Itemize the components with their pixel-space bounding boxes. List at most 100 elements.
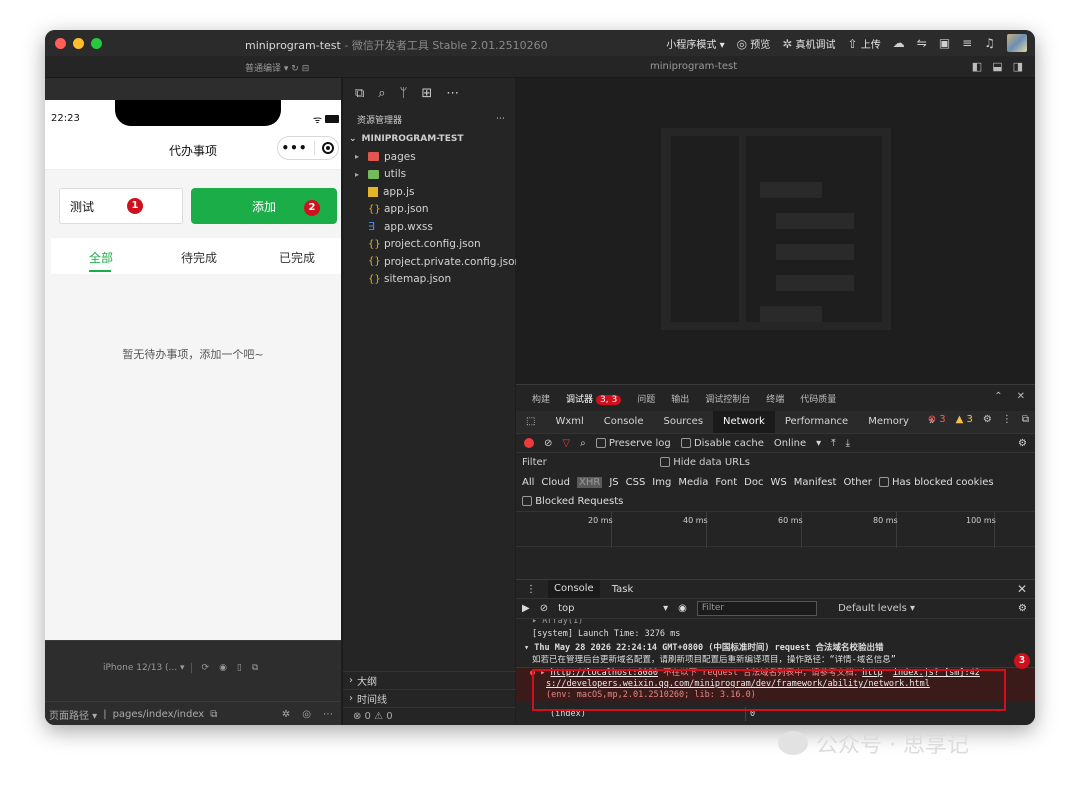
extensions-icon[interactable]: ⊞ — [421, 86, 432, 101]
page-path-label[interactable]: 页面路径 ▾ — [49, 707, 97, 722]
file-item-utils[interactable]: ▸ utils — [343, 166, 515, 184]
switch-icon[interactable]: ⇋ — [917, 36, 927, 50]
close-window-button[interactable] — [55, 37, 66, 49]
toggle-sidebar-icon[interactable]: ◧ — [972, 60, 982, 73]
type-img[interactable]: Img — [652, 477, 671, 488]
type-manifest[interactable]: Manifest — [794, 477, 837, 488]
type-ws[interactable]: WS — [771, 477, 787, 488]
tab-console[interactable]: Console — [594, 411, 654, 433]
type-font[interactable]: Font — [715, 477, 737, 488]
tab-wxml[interactable]: Wxml — [545, 411, 593, 433]
type-doc[interactable]: Doc — [744, 477, 763, 488]
filter-icon[interactable]: ▽ — [562, 438, 570, 449]
tab-memory[interactable]: Memory — [858, 411, 919, 433]
disable-cache-checkbox[interactable]: Disable cache — [680, 437, 764, 449]
tab-problems[interactable]: 问题 — [637, 392, 655, 405]
inspect-icon[interactable]: ⬚ — [516, 411, 545, 433]
file-item-project-config[interactable]: {} project.config.json — [343, 236, 515, 254]
preserve-log-checkbox[interactable]: Preserve log — [595, 437, 671, 449]
tab-terminal[interactable]: 终端 — [766, 392, 784, 405]
eye-icon[interactable]: ◉ — [678, 603, 687, 614]
throttle-select[interactable]: Online — [774, 438, 806, 449]
menu-icon[interactable]: ≡ — [962, 36, 972, 50]
type-xhr[interactable]: XHR — [576, 476, 603, 488]
popout-icon[interactable]: ⧉ — [252, 663, 258, 673]
type-js[interactable]: JS — [609, 477, 618, 488]
export-icon[interactable]: ⤓ — [846, 438, 850, 449]
timeline-section[interactable]: › 时间线 — [343, 689, 516, 707]
toggle-right-icon[interactable]: ◨ — [1013, 60, 1023, 73]
log-group-header[interactable]: ▾ Thu May 28 2026 22:24:14 GMT+0800 (中国标… — [516, 641, 1035, 655]
drawer-menu-icon[interactable]: ⋮ — [526, 584, 536, 595]
tab-task[interactable]: Task — [612, 584, 634, 595]
import-icon[interactable]: ⤒ — [831, 438, 835, 449]
file-item-app-js[interactable]: app.js — [343, 183, 515, 201]
network-settings-icon[interactable]: ⚙ — [1018, 438, 1027, 449]
gear-icon[interactable]: ⚙ — [983, 414, 992, 425]
tab-pending[interactable]: 待完成 — [181, 249, 217, 266]
problems-status[interactable]: ⊗ 0 ⚠ 0 — [343, 707, 516, 725]
close-icon[interactable]: ✕ — [1017, 582, 1027, 596]
tab-debugger[interactable]: 调试器 3, 3 — [566, 392, 622, 405]
remote-debug-button[interactable]: ✲ 真机调试 — [782, 36, 835, 51]
branch-icon[interactable]: ᛘ — [400, 86, 408, 101]
search-icon[interactable]: ⌕ — [378, 86, 385, 101]
clear-console-icon[interactable]: ⊘ — [540, 603, 548, 614]
more-icon[interactable]: ⋯ — [323, 709, 333, 720]
tab-all[interactable]: 全部 — [89, 249, 113, 266]
clear-cache-icon[interactable]: ⊟ — [302, 64, 310, 74]
explorer-more-icon[interactable]: ⋯ — [496, 114, 505, 124]
type-other[interactable]: Other — [843, 477, 871, 488]
kebab-icon[interactable]: ⋮ — [1002, 414, 1012, 425]
project-root[interactable]: ⌄ MINIPROGRAM-TEST — [343, 130, 515, 148]
outline-section[interactable]: › 大纲 — [343, 671, 516, 689]
clear-icon[interactable]: ⊘ — [544, 438, 552, 449]
avatar[interactable] — [1007, 34, 1027, 52]
file-item-app-wxss[interactable]: ∃ app.wxss — [343, 218, 515, 236]
type-all[interactable]: All — [522, 477, 534, 488]
tab-sources[interactable]: Sources — [653, 411, 713, 433]
tab-build[interactable]: 构建 — [532, 392, 550, 405]
rotate-icon[interactable]: ⟳ — [202, 663, 210, 673]
blocked-requests-checkbox[interactable]: Blocked Requests — [522, 496, 623, 507]
file-item-pages[interactable]: ▸ pages — [343, 148, 515, 166]
minimize-window-button[interactable] — [73, 37, 84, 49]
more-icon[interactable]: ⋯ — [446, 86, 459, 101]
type-cloud[interactable]: Cloud — [541, 477, 570, 488]
toggle-panel-icon[interactable]: ⬓ — [992, 60, 1002, 73]
tab-console-drawer[interactable]: Console — [548, 580, 600, 598]
close-icon[interactable]: ✕ — [1017, 391, 1025, 402]
compile-mode-select[interactable]: 普通编译 ▾ ↻ ⊟ — [245, 61, 309, 74]
chevron-down-icon[interactable]: ▾ — [816, 438, 821, 449]
tab-done[interactable]: 已完成 — [279, 249, 315, 266]
file-item-app-json[interactable]: {} app.json — [343, 201, 515, 219]
files-icon[interactable]: ⧉ — [355, 86, 364, 101]
todo-input[interactable] — [59, 188, 183, 224]
bug-icon[interactable]: ✲ — [282, 709, 290, 720]
tab-code-quality[interactable]: 代码质量 — [800, 392, 836, 405]
cloud-icon[interactable]: ☁ — [893, 36, 905, 50]
hide-data-urls-checkbox[interactable]: Hide data URLs — [660, 457, 750, 468]
context-select[interactable]: top ▾ — [558, 603, 668, 614]
record-icon[interactable]: ◉ — [219, 663, 227, 673]
type-media[interactable]: Media — [678, 477, 708, 488]
phone-icon[interactable]: ▯ — [237, 663, 242, 673]
warning-count[interactable]: ▲ 3 — [956, 414, 973, 425]
chevron-up-icon[interactable]: ⌃ — [994, 391, 1002, 402]
eye-icon[interactable]: ◎ — [302, 709, 311, 720]
exit-mini-icon[interactable] — [322, 142, 335, 154]
preview-button[interactable]: ◎ 预览 — [737, 36, 771, 51]
tab-output[interactable]: 输出 — [671, 392, 689, 405]
more-icon[interactable]: ••• — [281, 141, 307, 155]
type-css[interactable]: CSS — [626, 477, 646, 488]
tab-debug-console[interactable]: 调试控制台 — [705, 392, 750, 405]
layout-icon[interactable]: ▣ — [939, 36, 950, 50]
search-icon[interactable]: ⌕ — [580, 438, 586, 449]
maximize-window-button[interactable] — [91, 37, 102, 49]
tab-network[interactable]: Network — [713, 411, 775, 433]
file-item-sitemap[interactable]: {} sitemap.json — [343, 271, 515, 289]
log-levels-select[interactable]: Default levels ▾ — [838, 603, 915, 614]
error-count[interactable]: ⊗ 3 — [928, 414, 946, 425]
mode-select[interactable]: 小程序模式 ▾ — [666, 36, 724, 51]
file-item-project-private-config[interactable]: {} project.private.config.json — [343, 253, 521, 271]
